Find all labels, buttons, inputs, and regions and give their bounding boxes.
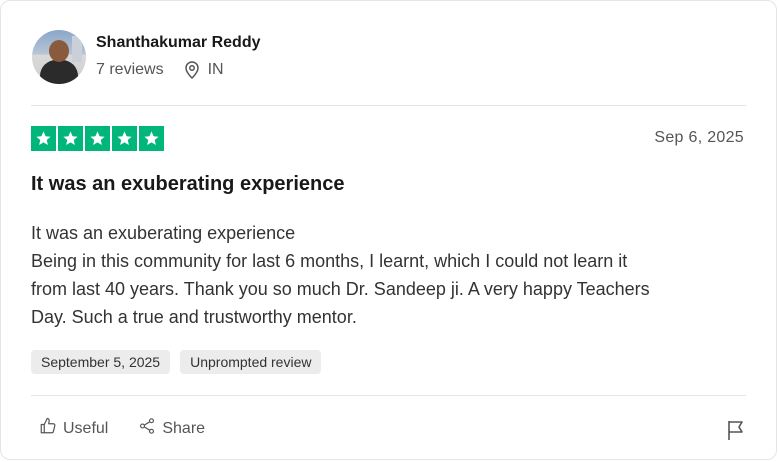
- review-date: Sep 6, 2025: [654, 129, 744, 146]
- star-icon: [58, 126, 83, 151]
- review-badges: September 5, 2025 Unprompted review: [31, 350, 322, 374]
- share-icon: [138, 417, 156, 440]
- reviewer-name[interactable]: Shanthakumar Reddy: [96, 34, 260, 52]
- reviewer-location: IN: [207, 61, 224, 78]
- review-body-line: Being in this community for last 6 month…: [31, 251, 628, 271]
- share-label: Share: [162, 419, 206, 437]
- review-card: Shanthakumar Reddy 7 reviews IN Sep 6, 2…: [0, 0, 777, 460]
- reviewer-meta: 7 reviews IN: [96, 61, 224, 79]
- avatar[interactable]: [32, 30, 86, 84]
- useful-button[interactable]: Useful: [39, 417, 108, 440]
- thumbs-up-icon: [39, 417, 57, 440]
- experience-date-badge: September 5, 2025: [31, 350, 171, 374]
- star-icon: [139, 126, 164, 151]
- review-body-line: It was an exuberating experience: [31, 223, 296, 243]
- location-pin-icon: [184, 61, 200, 79]
- header-divider: [31, 105, 746, 106]
- review-actions: Useful Share: [39, 417, 205, 440]
- review-body: It was an exuberating experience Being i…: [31, 219, 751, 331]
- review-type-badge[interactable]: Unprompted review: [180, 350, 322, 374]
- avatar-body: [40, 60, 78, 84]
- star-rating: [31, 126, 164, 151]
- share-button[interactable]: Share: [138, 417, 205, 440]
- avatar-face: [49, 40, 69, 62]
- useful-label: Useful: [63, 419, 109, 437]
- star-icon: [31, 126, 56, 151]
- review-body-line: from last 40 years. Thank you so much Dr…: [31, 279, 650, 299]
- star-icon: [112, 126, 137, 151]
- review-count: 7 reviews: [96, 61, 164, 78]
- review-body-line: Day. Such a true and trustworthy mentor.: [31, 307, 357, 327]
- footer-divider: [31, 395, 746, 396]
- review-title: It was an exuberating experience: [31, 173, 345, 195]
- avatar-background: [72, 36, 82, 62]
- star-icon: [85, 126, 110, 151]
- flag-icon[interactable]: [726, 419, 746, 446]
